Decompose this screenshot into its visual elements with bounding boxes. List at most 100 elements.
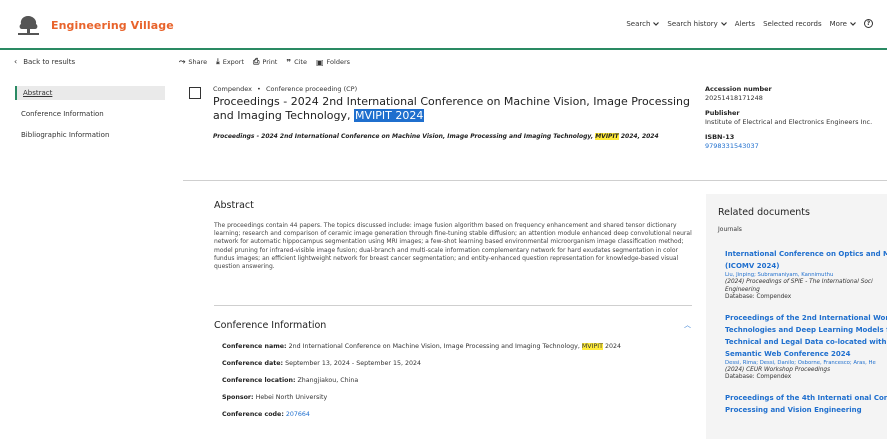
chevron-up-icon[interactable]: ︿ xyxy=(684,320,691,330)
chevron-down-icon xyxy=(653,21,660,26)
related-item: Proceedings of the 4th Internati onal Co… xyxy=(725,392,887,416)
related-title-line: Proceedings of the 4th Internati onal Co… xyxy=(725,393,887,402)
chevron-down-icon xyxy=(850,21,856,26)
nav-link-conference-information[interactable]: Conference Information xyxy=(15,107,165,121)
top-header: Engineering Village Search Search history… xyxy=(0,0,887,50)
nav-selected-records[interactable]: Selected records xyxy=(763,20,822,28)
conference-location-label: Conference location: xyxy=(222,377,296,384)
export-label: Export xyxy=(222,58,244,66)
source-suffix: 2024, 2024 xyxy=(620,133,659,140)
document-title: Proceedings - 2024 2nd International Con… xyxy=(213,95,693,123)
related-source: Engineering xyxy=(725,286,760,293)
nav-link-abstract[interactable]: Abstract xyxy=(15,86,165,100)
title-selected-text: MVIPIT 2024 xyxy=(354,109,425,122)
related-title-link[interactable]: Proceedings of the 4th Internati onal Co… xyxy=(725,392,887,416)
question-circle-icon[interactable]: ? xyxy=(864,19,873,28)
conference-code-row: Conference code: 207664 xyxy=(222,411,621,419)
conference-name-label: Conference name: xyxy=(222,343,287,350)
abstract-heading: Abstract xyxy=(214,200,254,211)
accession-value: 20251418171248 xyxy=(705,94,763,102)
back-label: Back to results xyxy=(23,57,76,66)
action-bar: ‹ Back to results ⤳ Share ⤓ Export ⎙ Print ❞ Ci… xyxy=(0,52,887,72)
conference-name-highlight: MVIPIT xyxy=(581,343,603,350)
export-button[interactable]: ⤓ Export xyxy=(216,57,244,67)
related-title-line: Technical and Legal Data co-located with… xyxy=(725,337,887,346)
related-source: (2024) CEUR Workshop Proceedings xyxy=(725,366,831,373)
nav-link-bibliographic-information[interactable]: Bibliographic Information xyxy=(15,128,165,142)
conference-date-label: Conference date: xyxy=(222,360,284,367)
isbn-link[interactable]: 9798331543037 xyxy=(705,142,759,150)
conference-code-label: Conference code: xyxy=(222,411,284,418)
accession-label: Accession number xyxy=(705,85,772,93)
abstract-text: The proceedings contain 44 papers. The t… xyxy=(214,222,692,271)
conference-location-value: Zhangjiakou, China xyxy=(297,377,359,384)
print-icon: ⎙ xyxy=(253,57,260,66)
related-subheading: Journals xyxy=(718,226,742,233)
related-list: International Conference on Optics and M… xyxy=(725,248,887,426)
brand-name[interactable]: Engineering Village xyxy=(51,19,174,32)
related-title-line: (ICOMV 2024) xyxy=(725,262,780,270)
related-title-line: Processing and Vision Engineering xyxy=(725,405,862,414)
record-details: Accession number 20251418171248 Publishe… xyxy=(705,85,872,157)
print-button[interactable]: ⎙ Print xyxy=(253,57,277,67)
export-icon: ⤓ xyxy=(216,57,220,66)
related-title-line: International Conference on Optics and M… xyxy=(725,250,887,258)
divider xyxy=(214,305,692,306)
source-line: Proceedings - 2024 2nd International Con… xyxy=(213,133,659,140)
select-record-checkbox[interactable] xyxy=(189,87,201,99)
related-authors[interactable]: Liu, Jinping; Subramaniyam, Kannimuthu xyxy=(725,272,887,279)
sponsor-label: Sponsor: xyxy=(222,394,254,401)
meta-separator: • xyxy=(257,85,261,93)
related-title-line: Proceedings of the 2nd International Wor… xyxy=(725,313,887,322)
related-heading: Related documents xyxy=(718,207,810,218)
conference-date-row: Conference date: September 13, 2024 - Se… xyxy=(222,360,621,368)
folders-button[interactable]: ▣ Folders xyxy=(316,57,350,67)
chevron-left-icon: ‹ xyxy=(14,57,18,66)
related-authors[interactable]: Dessi, Rima; Dessi, Danilo; Osborne, Fra… xyxy=(725,360,887,367)
chevron-down-icon xyxy=(720,21,727,26)
source-text: Proceedings - 2024 2nd International Con… xyxy=(213,133,594,140)
cite-button[interactable]: ❞ Cite xyxy=(286,57,307,67)
related-database: Database: Compendex xyxy=(725,374,792,380)
share-icon: ⤳ xyxy=(179,57,186,66)
quote-icon: ❞ xyxy=(286,57,292,67)
nav-label: Search xyxy=(626,19,651,28)
related-database: Database: Compendex xyxy=(725,294,792,300)
related-item: Proceedings of the 2nd International Wor… xyxy=(725,312,887,382)
conference-name-value: 2nd International Conference on Machine … xyxy=(288,343,580,350)
nav-search-history[interactable]: Search history xyxy=(667,20,727,28)
record-meta: Compendex • Conference proceeding (CP) xyxy=(213,85,357,93)
conference-code-link[interactable]: 207664 xyxy=(286,411,310,418)
share-button[interactable]: ⤳ Share xyxy=(179,57,207,67)
conference-details: Conference name: 2nd International Confe… xyxy=(222,343,621,428)
conference-location-row: Conference location: Zhangjiakou, China xyxy=(222,377,621,385)
conference-heading: Conference Information xyxy=(214,320,327,331)
nav-label: Alerts xyxy=(734,19,756,28)
nav-alerts[interactable]: Alerts xyxy=(735,20,755,28)
doc-type-label: Conference proceeding (CP) xyxy=(265,85,358,93)
cite-label: Cite xyxy=(294,58,307,66)
sponsor-value: Hebei North University xyxy=(255,394,328,401)
related-title-line: Technologies and Deep Learning Models fo xyxy=(725,325,887,334)
isbn-label: ISBN-13 xyxy=(705,133,735,141)
related-title-link[interactable]: International Conference on Optics and M… xyxy=(725,248,887,272)
related-documents-panel: Related documents Journals International… xyxy=(706,194,887,439)
title-text: Proceedings - 2024 2nd International Con… xyxy=(213,95,690,122)
database-label: Compendex xyxy=(213,85,252,93)
elsevier-logo-icon[interactable] xyxy=(15,14,42,36)
conference-date-value: September 13, 2024 - September 15, 2024 xyxy=(285,360,422,367)
nav-search[interactable]: Search xyxy=(626,19,660,28)
record-actions: ⤳ Share ⤓ Export ⎙ Print ❞ Cite ▣ Folders xyxy=(179,57,359,67)
related-source: (2024) Proceedings of SPIE - The Interna… xyxy=(725,279,873,285)
related-item: International Conference on Optics and M… xyxy=(725,248,887,302)
sponsor-row: Sponsor: Hebei North University xyxy=(222,394,621,402)
back-to-results-link[interactable]: ‹ Back to results xyxy=(14,57,75,66)
folders-label: Folders xyxy=(326,58,351,66)
divider xyxy=(183,180,887,181)
conference-name-suffix: 2024 xyxy=(604,343,621,350)
share-label: Share xyxy=(188,58,208,66)
top-nav: Search Search history Alerts Selected recor… xyxy=(626,19,887,28)
nav-more[interactable]: More xyxy=(830,20,856,28)
source-highlight: MVIPIT xyxy=(595,133,619,140)
related-title-link[interactable]: Proceedings of the 2nd International Wor… xyxy=(725,312,887,360)
